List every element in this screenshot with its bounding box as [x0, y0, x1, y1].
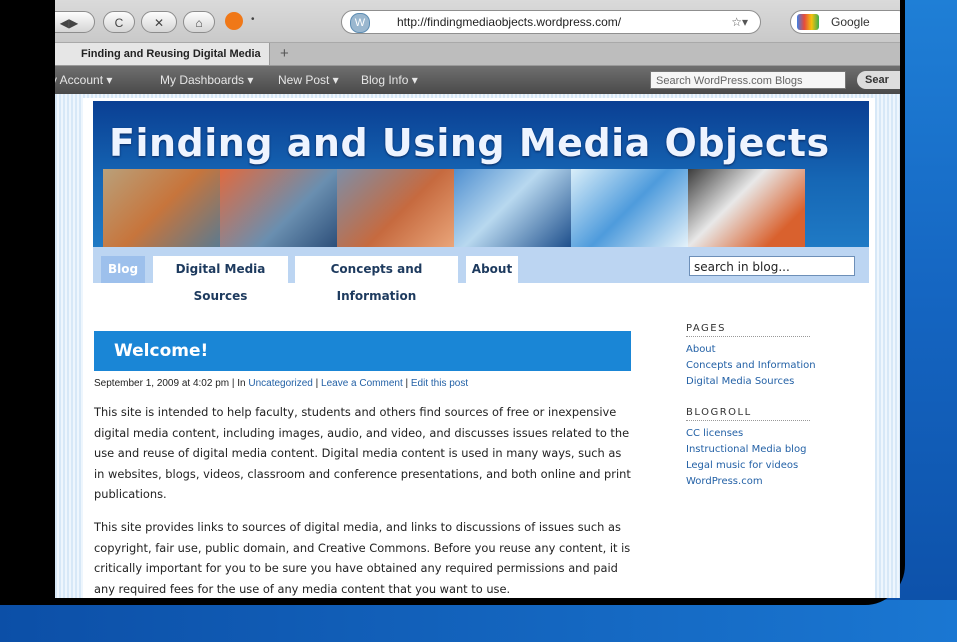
sidebar: PAGES About Concepts and Information Dig…	[686, 323, 836, 490]
sidebar-link-about[interactable]: About	[686, 342, 836, 358]
wordpress-admin-bar: My Account ▾ My Dashboards ▾ New Post ▾ …	[55, 66, 900, 94]
blog-search-input[interactable]: search in blog...	[689, 256, 855, 276]
slide-bottom-band	[0, 600, 957, 642]
wordpress-search-button[interactable]: Sear	[857, 71, 900, 89]
nav-tab-digital-media-sources[interactable]: Digital Media Sources	[153, 256, 288, 303]
nav-tab-about[interactable]: About	[466, 256, 518, 283]
blogroll-link-legal-music[interactable]: Legal music for videos	[686, 458, 836, 474]
search-engine-box[interactable]: Google	[790, 10, 900, 34]
header-photo	[571, 169, 688, 247]
blog-page: Finding and Using Media Objects Blog Dig…	[83, 98, 875, 598]
site-header: Finding and Using Media Objects	[93, 101, 869, 247]
url-text[interactable]: http://findingmediaobjects.wordpress.com…	[397, 11, 621, 33]
site-title[interactable]: Finding and Using Media Objects	[109, 121, 830, 165]
dropdown-icon[interactable]: •	[251, 14, 255, 25]
wordpress-search-input[interactable]: Search WordPress.com Blogs	[650, 71, 846, 89]
search-engine-label: Google	[831, 15, 870, 29]
browser-toolbar: ◀▶ C ✕ ⌂ • W http://findingmediaobjects.…	[55, 0, 900, 43]
nav-tab-concepts-and-information[interactable]: Concepts and Information	[295, 256, 458, 303]
sidebar-link-digital-media-sources[interactable]: Digital Media Sources	[686, 374, 836, 390]
header-photo	[454, 169, 571, 247]
admin-new-post[interactable]: New Post ▾	[278, 66, 339, 94]
google-icon	[797, 14, 819, 30]
url-bar[interactable]: W http://findingmediaobjects.wordpress.c…	[341, 10, 761, 34]
stop-button[interactable]: ✕	[141, 11, 177, 33]
tab-bar: Finding and Reusing Digital Media +	[55, 43, 900, 66]
new-tab-button[interactable]: +	[280, 43, 289, 65]
tab-finding-and-reusing[interactable]: Finding and Reusing Digital Media	[55, 43, 270, 65]
post-title[interactable]: Welcome!	[114, 341, 208, 361]
header-photo	[337, 169, 454, 247]
nav-tab-blog[interactable]: Blog	[101, 256, 145, 283]
wordpress-icon: W	[350, 13, 370, 33]
sidebar-blogroll-heading: BLOGROLL	[686, 407, 810, 421]
sidebar-pages-heading: PAGES	[686, 323, 810, 337]
post-title-bar: Welcome!	[94, 331, 631, 371]
post-paragraph-2: This site provides links to sources of d…	[94, 520, 631, 596]
edit-post-link[interactable]: Edit this post	[411, 378, 468, 389]
blogroll-link-cc-licenses[interactable]: CC licenses	[686, 426, 836, 442]
bookmark-star-icon[interactable]: ☆▾	[731, 11, 748, 33]
addon-icon[interactable]	[225, 12, 243, 30]
admin-my-dashboards[interactable]: My Dashboards ▾	[160, 66, 253, 94]
blogroll-link-wordpress[interactable]: WordPress.com	[686, 474, 836, 490]
category-link[interactable]: Uncategorized	[248, 378, 312, 389]
header-photo	[103, 169, 220, 247]
admin-my-account[interactable]: My Account ▾	[55, 66, 112, 94]
admin-blog-info[interactable]: Blog Info ▾	[361, 66, 418, 94]
header-photo-strip	[103, 169, 849, 247]
sidebar-link-concepts[interactable]: Concepts and Information	[686, 358, 836, 374]
post-paragraph-1: This site is intended to help faculty, s…	[94, 405, 631, 501]
site-navigation: Blog Digital Media Sources Concepts and …	[93, 247, 869, 303]
reload-button[interactable]: C	[103, 11, 135, 33]
browser-window: ◀▶ C ✕ ⌂ • W http://findingmediaobjects.…	[55, 0, 900, 598]
post-meta: September 1, 2009 at 4:02 pm | In Uncate…	[94, 378, 469, 389]
header-photo	[220, 169, 337, 247]
home-button[interactable]: ⌂	[183, 11, 215, 33]
header-photo	[688, 169, 805, 247]
back-forward-button[interactable]: ◀▶	[55, 11, 95, 33]
post-date: September 1, 2009 at 4:02 pm | In	[94, 378, 249, 389]
leave-comment-link[interactable]: Leave a Comment	[321, 378, 403, 389]
blogroll-link-instructional-media[interactable]: Instructional Media blog	[686, 442, 836, 458]
